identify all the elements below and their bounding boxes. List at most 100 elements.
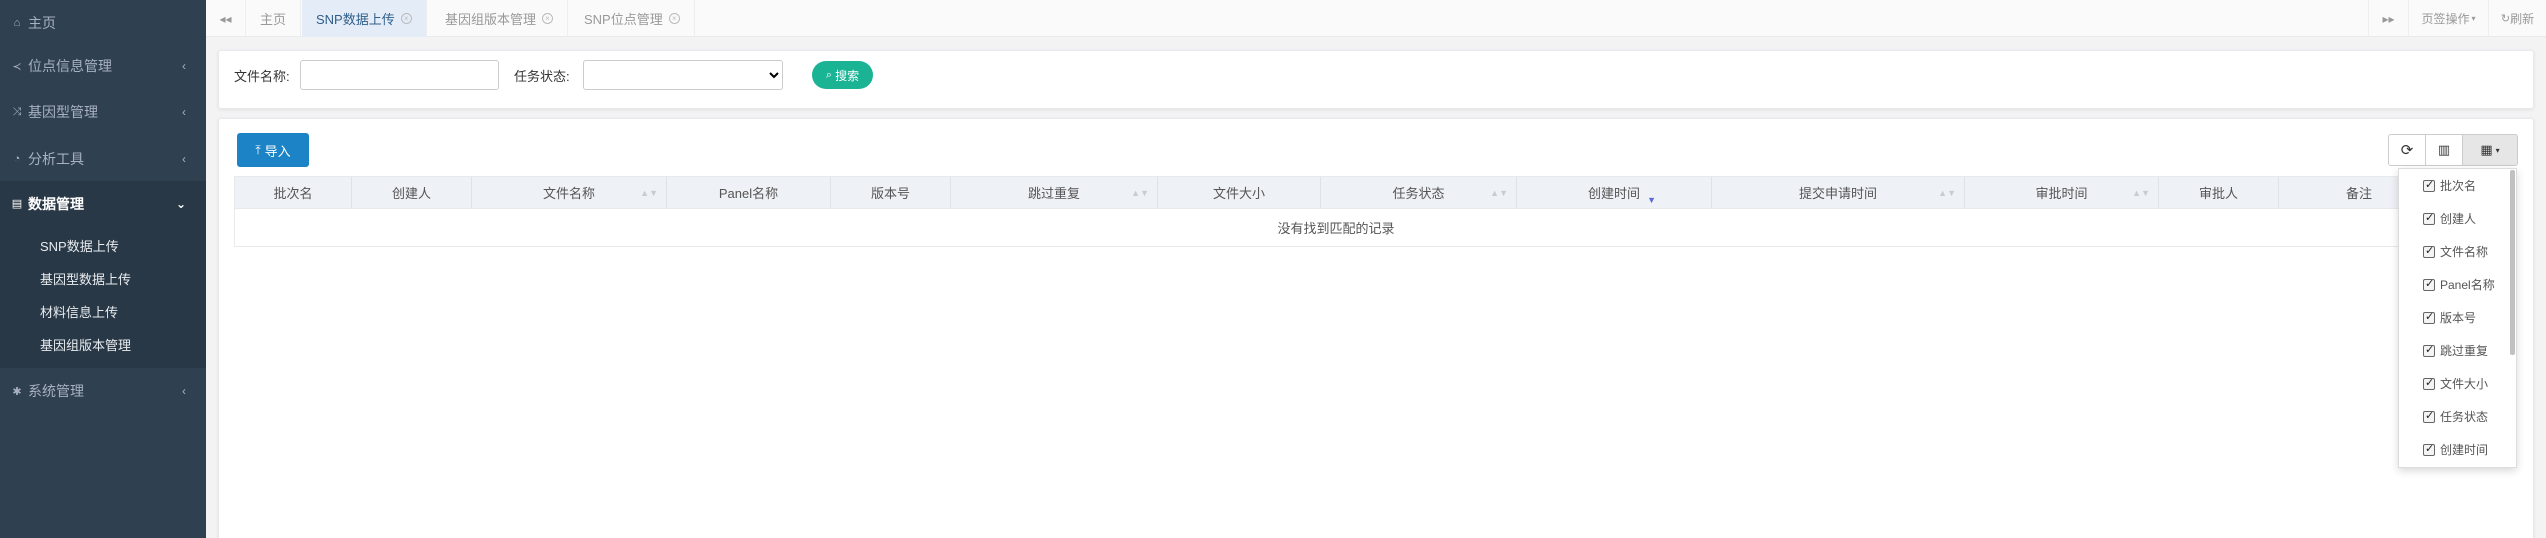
close-icon[interactable]: × <box>542 13 554 24</box>
column-toggle-panel[interactable]: Panel名称 <box>2423 276 2495 293</box>
column-header-label: 文件大小 <box>1212 186 1265 201</box>
sidebar-item-material-upload[interactable]: 材料信息上传 <box>40 302 118 321</box>
list-view-icon: ▥ <box>2437 142 2451 157</box>
double-left-icon: ◂◂ <box>219 11 232 26</box>
refresh-label: 刷新 <box>2510 12 2535 26</box>
column-header-created-time[interactable]: 创建时间 ▼ <box>1517 177 1712 208</box>
column-toggle-label: 创建时间 <box>2440 443 2489 457</box>
home-icon: ⌂ <box>13 17 21 29</box>
column-toggle-batch[interactable]: 批次名 <box>2423 177 2476 194</box>
column-header-label: 版本号 <box>870 186 910 201</box>
grid-icon: ▦ <box>2480 142 2493 157</box>
column-header-approver[interactable]: 审批人 <box>2159 177 2279 208</box>
nav-data-management[interactable]: ▤ 数据管理 ⌄ <box>0 181 206 226</box>
column-header-version[interactable]: 版本号 <box>831 177 951 208</box>
checkbox-checked[interactable] <box>2423 409 2435 423</box>
column-header-label: 创建时间 <box>1587 186 1640 201</box>
column-header-label: 提交申请时间 <box>1798 186 1877 201</box>
column-toggle-created-time[interactable]: 创建时间 <box>2423 441 2488 458</box>
checkbox-checked[interactable] <box>2423 277 2435 291</box>
nav-site-info[interactable]: ≺ 位点信息管理 ‹ <box>0 43 206 89</box>
column-header-batch[interactable]: 批次名 <box>235 177 352 208</box>
chart-icon: ◔ <box>13 153 21 165</box>
column-toggle-file-name[interactable]: 文件名称 <box>2423 243 2488 260</box>
shuffle-icon: ⤨ <box>12 105 22 118</box>
nav-system[interactable]: ✱ 系统管理 ‹ <box>0 368 206 414</box>
sort-icon: ▲▼ <box>2132 187 2150 198</box>
checkbox-checked[interactable] <box>2423 310 2435 324</box>
empty-table-message: 没有找到匹配的记录 <box>234 209 2438 247</box>
column-header-file-name[interactable]: 文件名称 ▲▼ <box>472 177 667 208</box>
sidebar-item-genotype-upload[interactable]: 基因型数据上传 <box>40 269 131 288</box>
column-toggle-version[interactable]: 版本号 <box>2423 309 2476 326</box>
tab-home[interactable]: 主页 <box>246 0 302 37</box>
column-toggle-label: 版本号 <box>2440 311 2477 325</box>
column-header-approval-time[interactable]: 审批时间 ▲▼ <box>1965 177 2159 208</box>
tab-home-label: 主页 <box>260 12 287 27</box>
chevron-down-icon: ⌄ <box>175 196 186 211</box>
column-toggle-label: Panel名称 <box>2440 278 2495 292</box>
refresh-table-button[interactable]: ⟳ <box>2388 134 2426 166</box>
checkbox-checked[interactable] <box>2423 211 2435 225</box>
tab-snp-upload[interactable]: SNP数据上传 × <box>302 0 427 37</box>
column-header-label: 任务状态 <box>1392 186 1445 201</box>
column-header-skip-dup[interactable]: 跳过重复 ▲▼ <box>951 177 1158 208</box>
tab-scroll-right-button[interactable]: ▸▸ <box>2368 0 2408 37</box>
toggle-view-button[interactable]: ▥ <box>2425 134 2463 166</box>
column-toggle-file-size[interactable]: 文件大小 <box>2423 375 2488 392</box>
refresh-tab-button[interactable]: ↻ 刷新 <box>2488 0 2546 37</box>
checkbox-checked[interactable] <box>2423 376 2435 390</box>
sort-icon: ▲▼ <box>1131 187 1149 198</box>
column-header-task-status[interactable]: 任务状态 ▲▼ <box>1321 177 1517 208</box>
close-icon[interactable]: × <box>400 13 412 24</box>
column-toggle-task-status[interactable]: 任务状态 <box>2423 408 2488 425</box>
close-icon[interactable]: × <box>668 13 680 24</box>
data-management-submenu: SNP数据上传 基因型数据上传 材料信息上传 基因组版本管理 <box>0 226 206 368</box>
column-header-file-size[interactable]: 文件大小 <box>1158 177 1321 208</box>
search-button-label: 搜索 <box>835 68 860 83</box>
search-button[interactable]: ⌕ 搜索 <box>812 61 873 89</box>
column-header-label: 跳过重复 <box>1027 186 1080 201</box>
checkbox-checked[interactable] <box>2423 343 2435 357</box>
refresh-icon: ⟳ <box>2400 142 2414 159</box>
column-header-submit-time[interactable]: 提交申请时间 ▲▼ <box>1712 177 1965 208</box>
column-toggle-label: 批次名 <box>2440 179 2477 193</box>
column-toggle-creator[interactable]: 创建人 <box>2423 210 2476 227</box>
refresh-small-icon: ↻ <box>2500 13 2511 25</box>
double-right-icon: ▸▸ <box>2382 11 2395 26</box>
dropdown-scrollbar[interactable] <box>2510 170 2515 355</box>
column-toggle-skip-dup[interactable]: 跳过重复 <box>2423 342 2488 359</box>
nav-home[interactable]: ⌂ 主页 <box>0 0 206 46</box>
checkbox-checked[interactable] <box>2423 442 2435 456</box>
column-header-creator[interactable]: 创建人 <box>352 177 472 208</box>
gear-icon: ✱ <box>12 385 22 398</box>
columns-toggle-button[interactable]: ▦ ▾ <box>2462 134 2518 166</box>
column-header-label: 批次名 <box>273 186 313 201</box>
sidebar-item-snp-upload[interactable]: SNP数据上传 <box>40 236 119 255</box>
column-header-label: 创建人 <box>391 186 431 201</box>
nav-genotype[interactable]: ⤨ 基因型管理 ‹ <box>0 89 206 135</box>
column-header-panel[interactable]: Panel名称 <box>667 177 831 208</box>
column-toggle-label: 文件大小 <box>2440 377 2489 391</box>
import-button[interactable]: ⤒ 导入 <box>237 133 309 167</box>
page-ops-dropdown[interactable]: 页签操作 ▾ <box>2408 0 2488 37</box>
column-header-label: 备注 <box>2345 186 2372 201</box>
checkbox-checked[interactable] <box>2423 244 2435 258</box>
columns-dropdown: 批次名 创建人 文件名称 Panel名称 版本号 跳过重复 文件大小 任务状态 … <box>2398 168 2517 468</box>
database-icon: ▤ <box>11 198 23 210</box>
chevron-left-icon: ‹ <box>182 59 186 73</box>
chevron-left-icon: ‹ <box>182 152 186 166</box>
tab-snp-site[interactable]: SNP位点管理 × <box>570 0 695 37</box>
tab-scroll-left-button[interactable]: ◂◂ <box>206 0 246 37</box>
tab-genome-version[interactable]: 基因组版本管理 × <box>431 0 569 37</box>
nav-home-label: 主页 <box>28 15 56 31</box>
nav-genotype-label: 基因型管理 <box>28 104 98 120</box>
checkbox-checked[interactable] <box>2423 178 2435 192</box>
file-name-label: 文件名称: <box>234 69 290 84</box>
task-status-label: 任务状态: <box>514 69 570 84</box>
import-button-label: 导入 <box>264 143 291 159</box>
task-status-select[interactable] <box>583 60 783 90</box>
file-name-input[interactable] <box>300 60 499 90</box>
nav-analysis[interactable]: ◔ 分析工具 ‹ <box>0 136 206 182</box>
sidebar-item-genome-version[interactable]: 基因组版本管理 <box>40 335 131 354</box>
